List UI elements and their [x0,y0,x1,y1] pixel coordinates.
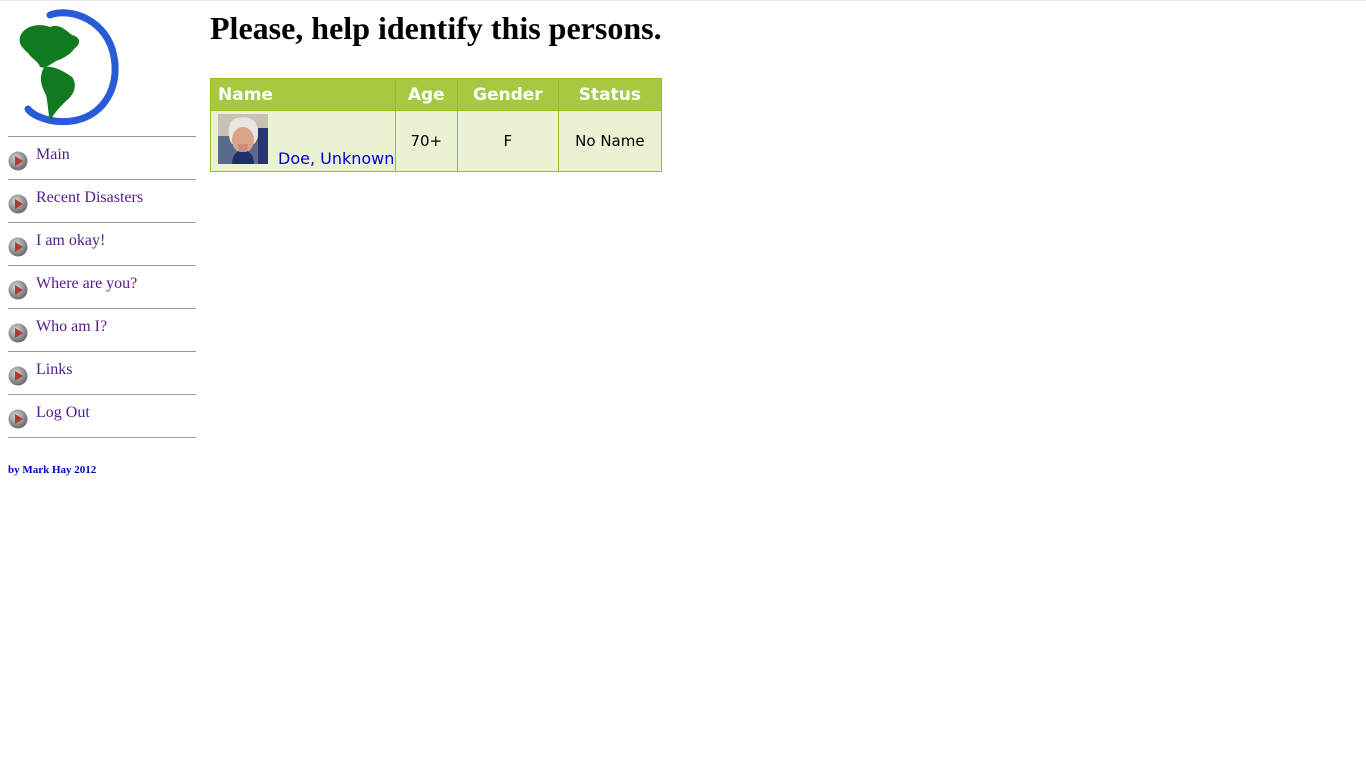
sidebar: Main Recent Disasters I am okay! Where a… [8,9,196,476]
play-bullet-icon [8,194,28,214]
nav-item-recent-disasters[interactable]: Recent Disasters [8,180,196,223]
persons-table: Name Age Gender Status Doe, Unknown 70+ … [209,78,662,172]
globe-logo-icon[interactable] [10,9,120,126]
play-bullet-icon [8,237,28,257]
column-header-status: Status [558,78,662,111]
nav-item-label: Log Out [36,404,90,421]
nav-item-who-am-i[interactable]: Who am I? [8,309,196,352]
status-cell: No Name [558,110,662,172]
nav-item-main[interactable]: Main [8,137,196,180]
nav-item-label: Who am I? [36,318,108,335]
play-bullet-icon [8,280,28,300]
nav-item-log-out[interactable]: Log Out [8,395,196,438]
play-bullet-icon [8,409,28,429]
play-bullet-icon [8,151,28,171]
nav-item-i-am-okay[interactable]: I am okay! [8,223,196,266]
nav-menu: Main Recent Disasters I am okay! Where a… [8,136,196,438]
author-credit: by Mark Hay 2012 [8,464,97,476]
column-header-name: Name [209,78,397,111]
gender-cell: F [456,110,560,172]
table-header-row: Name Age Gender Status [209,78,662,111]
play-bullet-icon [8,323,28,343]
nav-item-label: I am okay! [36,232,106,249]
name-cell: Doe, Unknown [209,110,397,172]
nav-item-label: Recent Disasters [36,189,144,206]
play-bullet-icon [8,366,28,386]
person-photo-icon[interactable] [218,114,268,164]
column-header-gender: Gender [456,78,560,111]
nav-item-label: Where are you? [36,275,138,292]
main-content: Please, help identify this persons. Name… [209,10,662,172]
column-header-age: Age [395,78,458,111]
person-name-link[interactable]: Doe, Unknown [278,149,394,168]
nav-item-links[interactable]: Links [8,352,196,395]
age-cell: 70+ [395,110,458,172]
page-title: Please, help identify this persons. [210,10,662,46]
nav-item-label: Main [36,146,70,163]
nav-item-where-are-you[interactable]: Where are you? [8,266,196,309]
table-row: Doe, Unknown 70+ F No Name [209,110,662,172]
nav-item-label: Links [36,361,73,378]
